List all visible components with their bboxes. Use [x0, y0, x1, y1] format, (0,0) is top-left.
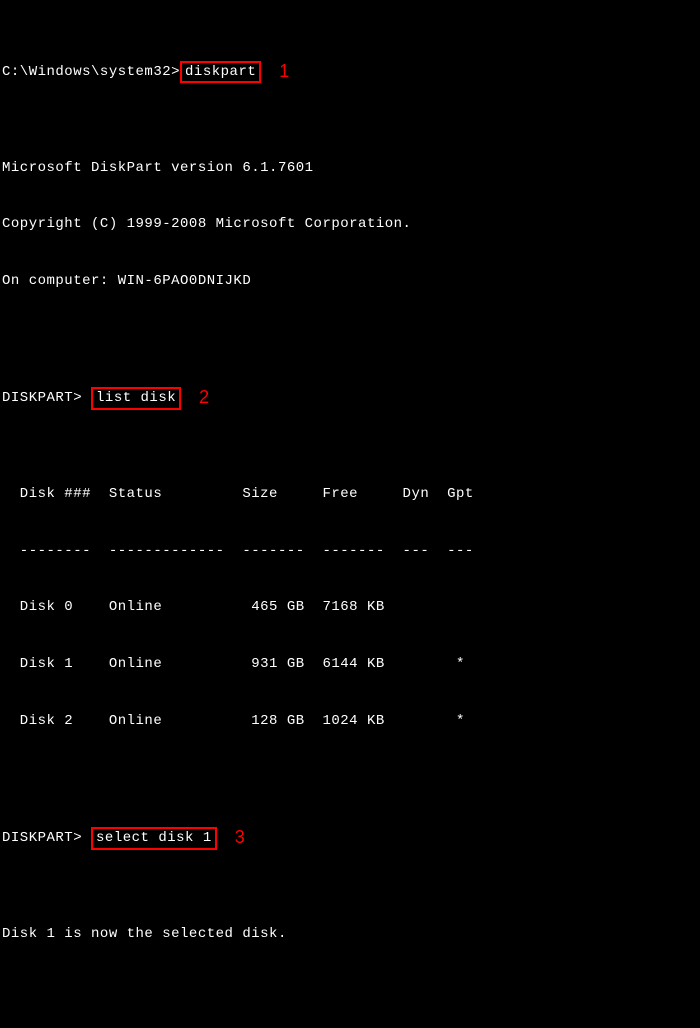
computer-line: On computer: WIN-6PAO0DNIJKD [2, 272, 698, 291]
disk-row: Disk 2 Online 128 GB 1024 KB * [2, 712, 698, 731]
cmd-line-1: C:\Windows\system32>diskpart 1 [2, 59, 698, 83]
copyright-line: Copyright (C) 1999-2008 Microsoft Corpor… [2, 215, 698, 234]
callout-3: 3 [235, 825, 246, 849]
disk-row: Disk 0 Online 465 GB 7168 KB [2, 598, 698, 617]
cmd-select-disk: select disk 1 [91, 827, 217, 850]
cmd-line-2: DISKPART> list disk 2 [2, 385, 698, 409]
callout-2: 2 [199, 385, 210, 409]
terminal-area[interactable]: C:\Windows\system32>diskpart 1 Microsoft … [0, 0, 700, 1028]
cmd-list-disk: list disk [91, 387, 181, 410]
diskpart-prompt: DISKPART> [2, 390, 91, 406]
cmd-diskpart: diskpart [180, 61, 261, 84]
version-line: Microsoft DiskPart version 6.1.7601 [2, 159, 698, 178]
disk-rule: -------- ------------- ------- ------- -… [2, 542, 698, 561]
cmd-line-3: DISKPART> select disk 1 3 [2, 825, 698, 849]
disk-row: Disk 1 Online 931 GB 6144 KB * [2, 655, 698, 674]
callout-1: 1 [279, 59, 290, 83]
system32-path: C:\Windows\system32> [2, 64, 180, 80]
selected-disk-msg: Disk 1 is now the selected disk. [2, 925, 698, 944]
diskpart-prompt: DISKPART> [2, 830, 91, 846]
disk-header: Disk ### Status Size Free Dyn Gpt [2, 485, 698, 504]
